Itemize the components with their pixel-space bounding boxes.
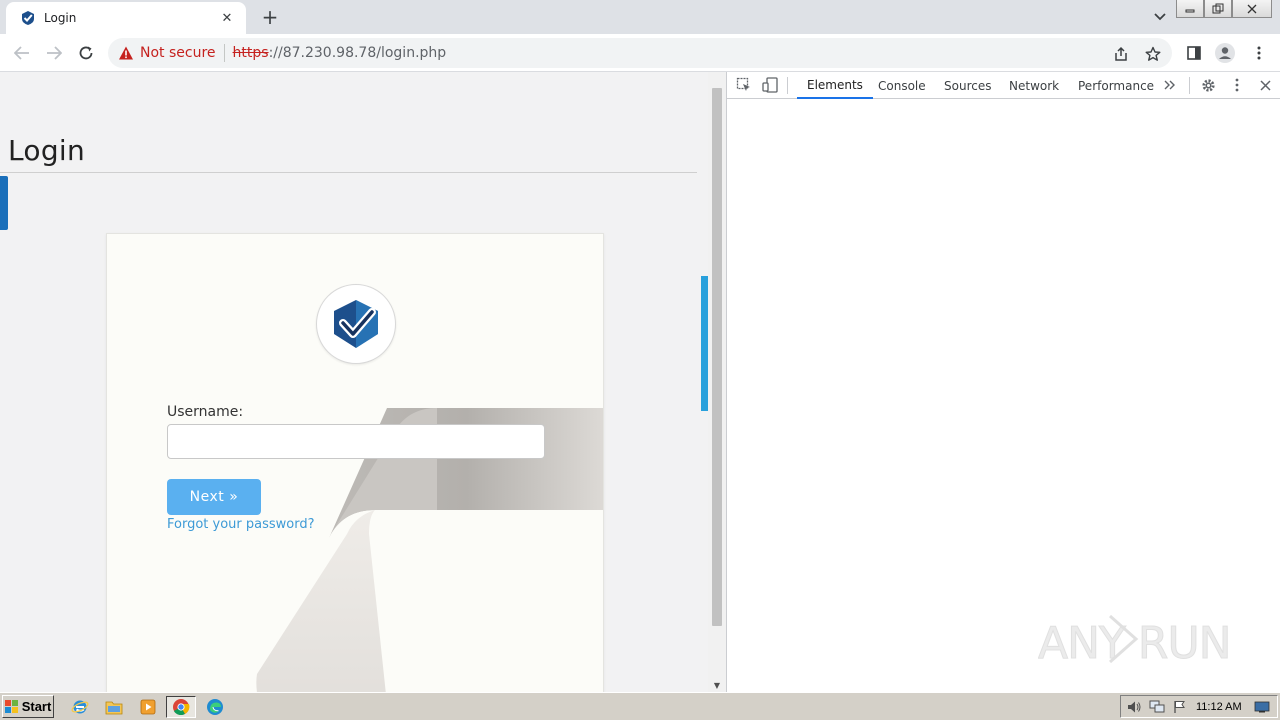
plus-icon[interactable]: + — [258, 5, 282, 29]
devtools-toolbar: Elements Console Sources Network Perform… — [727, 72, 1280, 99]
url-scheme: https — [232, 45, 269, 61]
speaker-icon[interactable] — [1124, 698, 1144, 716]
login-card: Username: Next » Forgot your password? — [106, 233, 604, 692]
left-accent-bar — [0, 176, 8, 230]
anyrun-watermark: ANY RUN — [1038, 614, 1232, 670]
page-title: Login — [8, 134, 86, 167]
username-input[interactable] — [167, 424, 545, 459]
page-scrollbar[interactable]: ▼ — [708, 72, 726, 692]
minimize-icon[interactable] — [1176, 0, 1204, 18]
internet-explorer-icon[interactable] — [68, 696, 92, 718]
checkmark-shield-icon — [22, 11, 34, 25]
devtools-tab-performance[interactable]: Performance — [1068, 72, 1164, 99]
browser-toolbar: Not secure https://87.230.98.78/login.ph… — [0, 34, 1280, 72]
side-panel-icon[interactable] — [1183, 42, 1205, 64]
username-label: Username: — [167, 404, 244, 420]
address-bar[interactable]: Not secure https://87.230.98.78/login.ph… — [108, 38, 1172, 68]
file-explorer-icon[interactable] — [102, 696, 126, 718]
devtools-divider — [787, 77, 788, 94]
right-accent-bar — [701, 276, 708, 411]
media-player-icon[interactable] — [136, 696, 160, 718]
show-desktop-icon[interactable] — [1252, 698, 1272, 716]
devtools-divider — [1189, 77, 1190, 94]
devtools-panel: Elements Console Sources Network Perform… — [726, 72, 1280, 692]
windows-taskbar: Start 11:12 AM — [0, 692, 1280, 720]
devtools-tab-console[interactable]: Console — [868, 72, 936, 99]
tab-close-icon[interactable]: ✕ — [218, 9, 236, 27]
warning-triangle-icon[interactable] — [118, 45, 134, 61]
close-icon[interactable] — [1232, 0, 1272, 18]
kebab-menu-icon[interactable] — [1228, 76, 1246, 94]
profile-icon[interactable] — [1214, 42, 1236, 64]
gear-icon[interactable] — [1199, 76, 1217, 94]
page-viewport: Login Username: Next » Forgot your passw… — [0, 72, 726, 692]
restore-icon[interactable] — [1204, 0, 1232, 18]
start-label: Start — [21, 699, 52, 714]
start-button[interactable]: Start — [2, 695, 54, 718]
tab-title: Login — [44, 11, 77, 25]
omnibox-separator — [223, 44, 225, 62]
scrollbar-thumb[interactable] — [712, 88, 722, 626]
devtools-tab-sources[interactable]: Sources — [934, 72, 1001, 99]
share-icon[interactable] — [1112, 45, 1130, 63]
security-status[interactable]: Not secure — [140, 45, 216, 61]
devtools-tab-elements[interactable]: Elements — [797, 72, 873, 99]
devtools-tab-network[interactable]: Network — [999, 72, 1069, 99]
scroll-down-arrow-icon[interactable]: ▼ — [712, 681, 722, 690]
watermark-text: ANY RUN — [1038, 618, 1231, 669]
double-chevron-right-icon[interactable] — [1161, 76, 1179, 94]
heading-divider — [0, 172, 697, 173]
close-icon[interactable] — [1256, 76, 1274, 94]
url-host-path: ://87.230.98.78/login.php — [268, 45, 447, 61]
brand-logo — [316, 284, 396, 364]
chevron-down-icon[interactable] — [1150, 7, 1170, 27]
checkmark-shield-icon — [334, 300, 378, 348]
system-tray: 11:12 AM — [1120, 695, 1278, 718]
arrow-right-icon[interactable] — [42, 42, 66, 64]
forgot-password-link[interactable]: Forgot your password? — [167, 517, 315, 532]
next-button[interactable]: Next » — [167, 479, 261, 515]
action-center-flag-icon[interactable] — [1170, 698, 1190, 716]
taskbar-clock[interactable]: 11:12 AM — [1196, 701, 1242, 713]
browser-tab-login[interactable]: Login ✕ — [6, 2, 246, 34]
device-toolbar-icon[interactable] — [761, 76, 779, 94]
arrow-left-icon[interactable] — [10, 42, 34, 64]
windows-flag-icon — [4, 699, 18, 713]
window-controls — [1176, 0, 1272, 18]
network-icon[interactable] — [1147, 698, 1167, 716]
reload-icon[interactable] — [74, 42, 98, 64]
tab-strip: Login ✕ + — [0, 0, 1280, 34]
star-icon[interactable] — [1144, 45, 1162, 63]
url-text[interactable]: https://87.230.98.78/login.php — [233, 45, 447, 61]
kebab-menu-icon[interactable] — [1248, 42, 1270, 64]
inspect-element-icon[interactable] — [735, 76, 753, 94]
edge-icon[interactable] — [203, 696, 227, 718]
chrome-icon[interactable] — [166, 696, 196, 718]
